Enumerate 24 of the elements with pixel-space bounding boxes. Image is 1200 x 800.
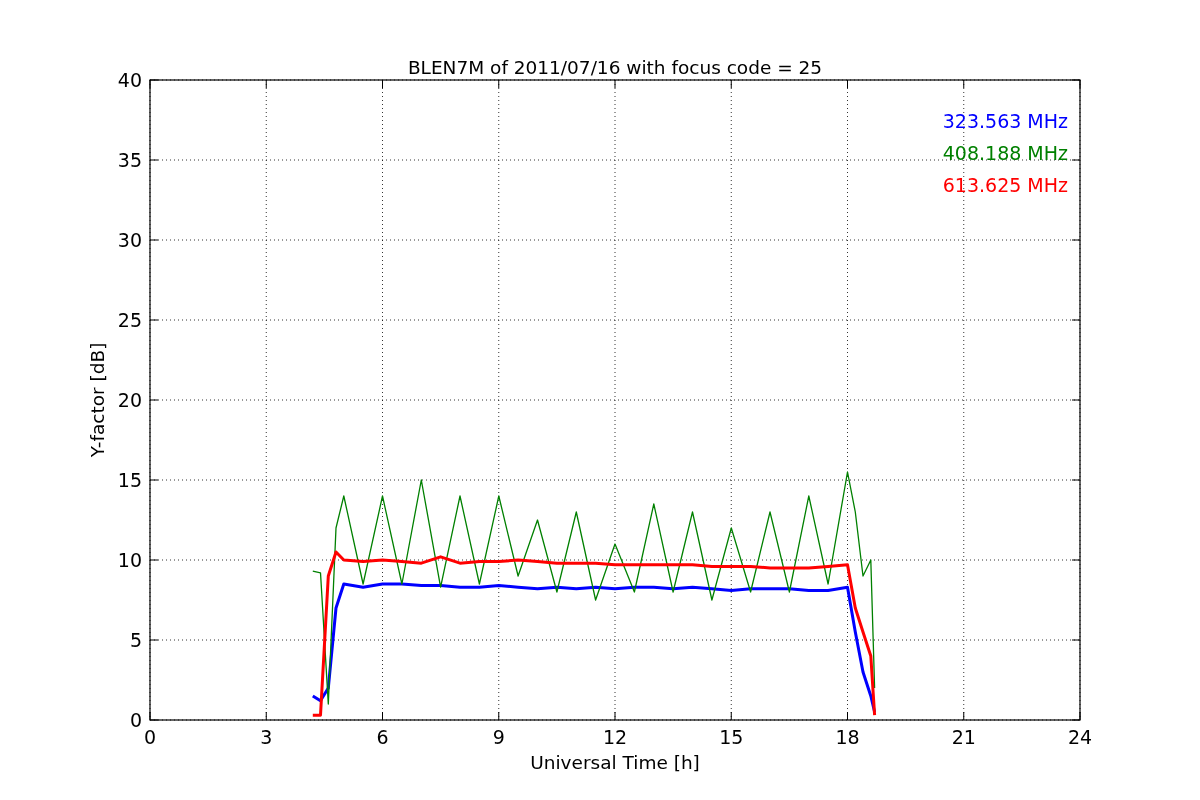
tick-label: 30 [117,229,142,251]
tick-label: 20 [117,389,142,411]
tick-label: 9 [492,726,505,748]
tick-label: 3 [260,726,273,748]
legend-label: 613.625 MHz [942,174,1068,196]
tick-label: 18 [835,726,860,748]
tick-label: 15 [719,726,744,748]
tick-label: 35 [117,149,142,171]
tick-label: 25 [117,309,142,331]
tick-label: 0 [143,726,157,748]
tick-label: 40 [117,69,142,91]
tick-label: 15 [117,469,142,491]
legend-label: 408.188 MHz [942,142,1068,164]
chart-title: BLEN7M of 2011/07/16 with focus code = 25 [407,57,823,78]
tick-label: 0 [129,709,142,731]
tick-label: 10 [117,549,142,571]
tick-label: 5 [129,629,142,651]
tick-label: 24 [1067,726,1093,748]
y-axis-label: Y-factor [dB] [87,342,108,458]
legend-label: 323.563 MHz [942,110,1068,132]
x-axis-label: Universal Time [h] [530,752,700,773]
tick-label: 12 [602,726,628,748]
tick-label: 21 [951,726,976,748]
tick-label: 6 [376,726,389,748]
